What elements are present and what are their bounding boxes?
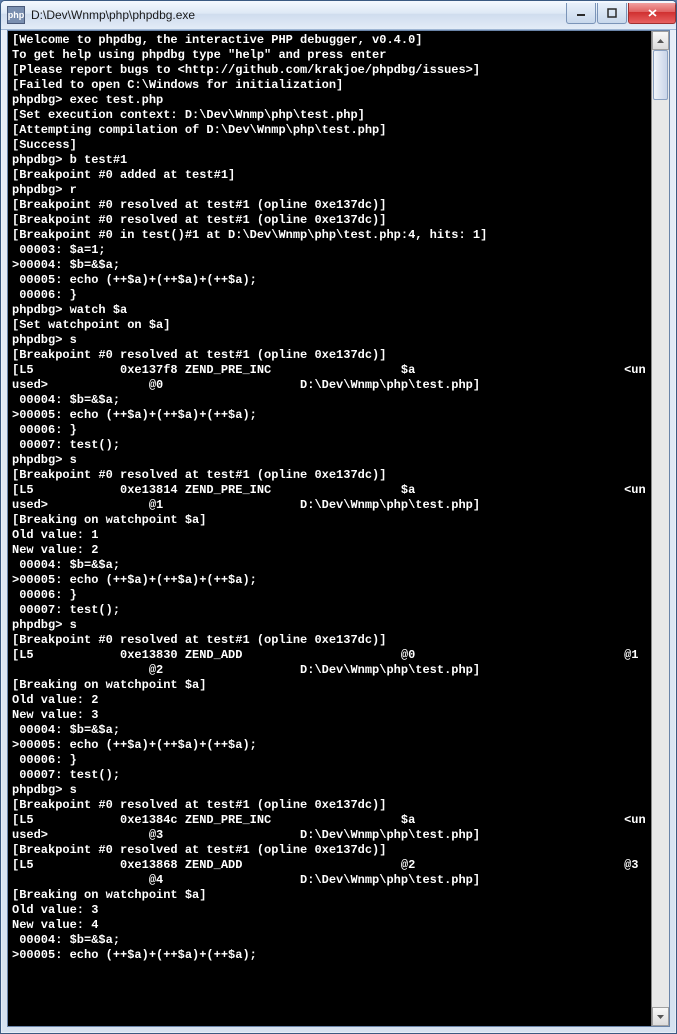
client-area: [Welcome to phpdbg, the interactive PHP … (7, 30, 670, 1027)
minimize-icon (576, 8, 586, 18)
console-output: [Welcome to phpdbg, the interactive PHP … (12, 33, 651, 963)
window-title: D:\Dev\Wnmp\php\phpdbg.exe (31, 8, 565, 22)
app-icon: php (7, 6, 25, 24)
scroll-down-button[interactable] (652, 1007, 669, 1026)
close-button[interactable] (628, 3, 676, 24)
close-icon (647, 8, 658, 18)
chevron-down-icon (657, 1015, 664, 1019)
scroll-up-button[interactable] (652, 31, 669, 50)
scroll-track[interactable] (652, 50, 669, 1007)
minimize-button[interactable] (566, 3, 596, 24)
titlebar[interactable]: php D:\Dev\Wnmp\php\phpdbg.exe (1, 1, 676, 30)
maximize-button[interactable] (597, 3, 627, 24)
chevron-up-icon (657, 39, 664, 43)
window-controls (565, 3, 676, 23)
scroll-thumb[interactable] (653, 50, 668, 100)
vertical-scrollbar[interactable] (651, 31, 669, 1026)
maximize-icon (607, 8, 617, 18)
application-window: php D:\Dev\Wnmp\php\phpdbg.exe [Welcome … (0, 0, 677, 1034)
console[interactable]: [Welcome to phpdbg, the interactive PHP … (8, 31, 651, 1026)
